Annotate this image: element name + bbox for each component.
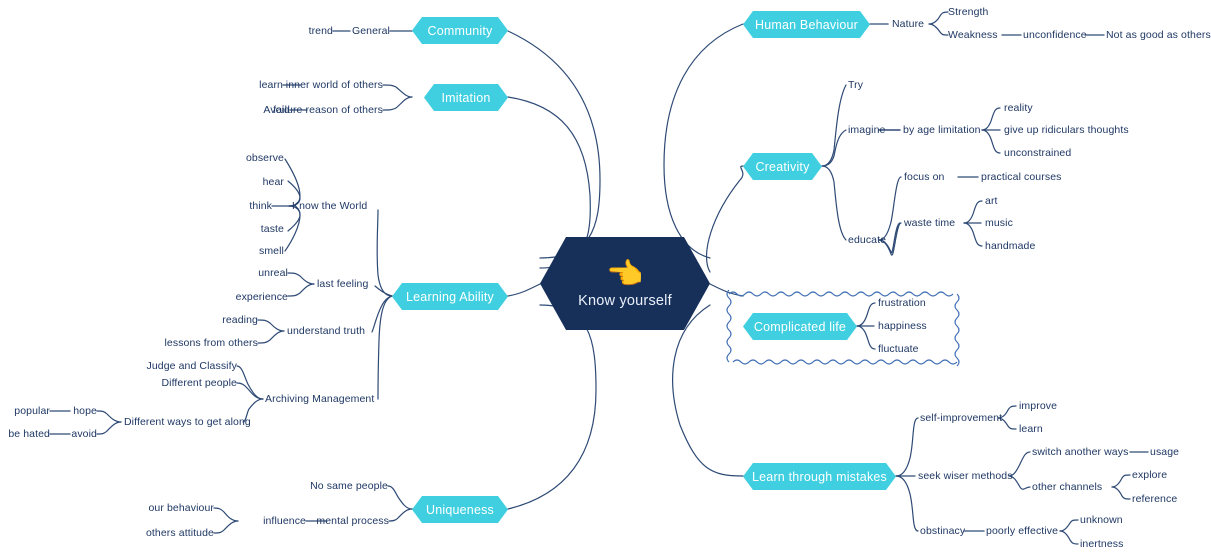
leaf-waste-time[interactable]: waste time	[904, 217, 955, 229]
branch-label-learn-through-mistakes: Learn through mistakes	[751, 469, 888, 484]
leaf-seek-wiser-methods[interactable]: seek wiser methods	[918, 470, 1013, 482]
branch-node-human-behaviour[interactable]: Human Behaviour	[743, 11, 870, 38]
leaf-judge-and-classify[interactable]: Judge and Classify	[146, 360, 237, 372]
leaf-strength[interactable]: Strength	[948, 6, 989, 18]
leaf-influence[interactable]: influence	[263, 515, 306, 527]
leaf-reference[interactable]: reference	[1132, 493, 1177, 505]
leaf-usage[interactable]: usage	[1150, 446, 1179, 458]
leaf-hear[interactable]: hear	[263, 176, 284, 188]
leaf-avoid-get-along[interactable]: avoid	[71, 428, 97, 440]
leaf-frustration[interactable]: frustration	[878, 297, 926, 309]
leaf-unreal[interactable]: unreal	[258, 267, 288, 279]
branch-label-uniqueness: Uniqueness	[425, 502, 494, 517]
leaf-failure-reason-of-others[interactable]: failure reason of others	[273, 104, 383, 116]
leaf-taste[interactable]: taste	[261, 223, 284, 235]
branch-node-uniqueness[interactable]: Uniqueness	[412, 496, 508, 523]
leaf-by-age-limitation[interactable]: by age limitation	[903, 124, 981, 136]
leaf-not-as-good-as-others[interactable]: Not as good as others	[1106, 29, 1211, 41]
leaf-switch-another-ways[interactable]: switch another ways	[1032, 446, 1128, 458]
leaf-imagine[interactable]: imagine	[848, 124, 885, 136]
leaf-handmade[interactable]: handmade	[985, 240, 1035, 252]
branch-label-complicated-life: Complicated life	[753, 319, 847, 334]
leaf-try[interactable]: Try	[848, 79, 863, 91]
leaf-different-ways-to-get-along[interactable]: Different ways to get along	[124, 416, 251, 428]
leaf-understand-truth[interactable]: understand truth	[287, 325, 365, 337]
leaf-last-feeling[interactable]: last feeling	[317, 278, 368, 290]
leaf-self-improvement[interactable]: self-improvement	[920, 412, 1002, 424]
branch-node-creativity[interactable]: Creativity	[743, 153, 822, 180]
leaf-our-behaviour[interactable]: our behaviour	[148, 502, 214, 514]
leaf-music[interactable]: music	[985, 217, 1013, 229]
leaf-think[interactable]: think	[249, 200, 272, 212]
leaf-inner-world-of-others[interactable]: inner world of others	[286, 79, 383, 91]
branch-node-learning-ability[interactable]: Learning Ability	[392, 283, 508, 310]
leaf-obstinacy[interactable]: obstinacy	[920, 525, 965, 537]
leaf-focus-on[interactable]: focus on	[904, 171, 945, 183]
leaf-learn-mistakes[interactable]: learn	[1019, 423, 1043, 435]
leaf-improve[interactable]: improve	[1019, 400, 1057, 412]
branch-node-learn-through-mistakes[interactable]: Learn through mistakes	[743, 463, 896, 490]
branch-label-human-behaviour: Human Behaviour	[754, 17, 859, 32]
leaf-archiving-management[interactable]: Archiving Management	[265, 393, 374, 405]
central-topic-label: Know yourself	[578, 292, 672, 309]
leaf-observe[interactable]: observe	[246, 152, 284, 164]
leaf-mental-process[interactable]: mental process	[316, 515, 389, 527]
leaf-others-attitude[interactable]: others attitude	[146, 527, 214, 539]
leaf-general[interactable]: General	[352, 25, 390, 37]
leaf-fluctuate[interactable]: fluctuate	[878, 343, 919, 355]
branch-node-community[interactable]: Community	[412, 17, 508, 44]
leaf-explore[interactable]: explore	[1132, 469, 1167, 481]
leaf-be-hated[interactable]: be hated	[8, 428, 50, 440]
branch-node-imitation[interactable]: Imitation	[424, 84, 508, 111]
branch-label-learning-ability: Learning Ability	[406, 289, 494, 304]
leaf-weakness[interactable]: Weakness	[948, 29, 998, 41]
leaf-reading[interactable]: reading	[222, 314, 258, 326]
branch-label-imitation: Imitation	[441, 90, 491, 105]
leaf-reality[interactable]: reality	[1004, 102, 1033, 114]
leaf-unconfidence[interactable]: unconfidence	[1023, 29, 1087, 41]
leaf-popular[interactable]: popular	[14, 405, 50, 417]
leaf-no-same-people[interactable]: No same people	[310, 480, 388, 492]
leaf-lessons-from-others[interactable]: lessons from others	[164, 337, 258, 349]
leaf-experience[interactable]: experience	[236, 291, 288, 303]
branch-label-community: Community	[427, 23, 493, 38]
leaf-give-up-ridiculars-thoughts[interactable]: give up ridiculars thoughts	[1004, 124, 1129, 136]
leaf-hope[interactable]: hope	[73, 405, 97, 417]
central-topic-know-yourself[interactable]: 👈 Know yourself	[540, 237, 710, 330]
leaf-other-channels[interactable]: other channels	[1032, 481, 1102, 493]
leaf-happiness[interactable]: happiness	[878, 320, 927, 332]
branch-label-creativity: Creativity	[755, 159, 810, 174]
leaf-poorly-effective[interactable]: poorly effective	[986, 525, 1058, 537]
mind-map-canvas: 👈 Know yourself Community Imitation Lear…	[0, 0, 1211, 552]
leaf-art[interactable]: art	[985, 195, 998, 207]
leaf-smell[interactable]: smell	[259, 245, 284, 257]
leaf-nature[interactable]: Nature	[892, 18, 924, 30]
leaf-unconstrained[interactable]: unconstrained	[1004, 147, 1071, 159]
leaf-inertness[interactable]: inertness	[1080, 538, 1124, 550]
leaf-different-people[interactable]: Different people	[161, 377, 237, 389]
branch-node-complicated-life[interactable]: Complicated life	[743, 313, 857, 340]
pointing-hand-icon: 👈	[606, 257, 644, 291]
leaf-unknown[interactable]: unknown	[1080, 514, 1123, 526]
leaf-educate[interactable]: educate	[848, 234, 886, 246]
leaf-trend[interactable]: trend	[309, 25, 333, 37]
leaf-practical-courses[interactable]: practical courses	[981, 171, 1061, 183]
leaf-learn-imitation[interactable]: learn	[259, 79, 283, 91]
leaf-know-the-world[interactable]: Know the World	[292, 200, 367, 212]
